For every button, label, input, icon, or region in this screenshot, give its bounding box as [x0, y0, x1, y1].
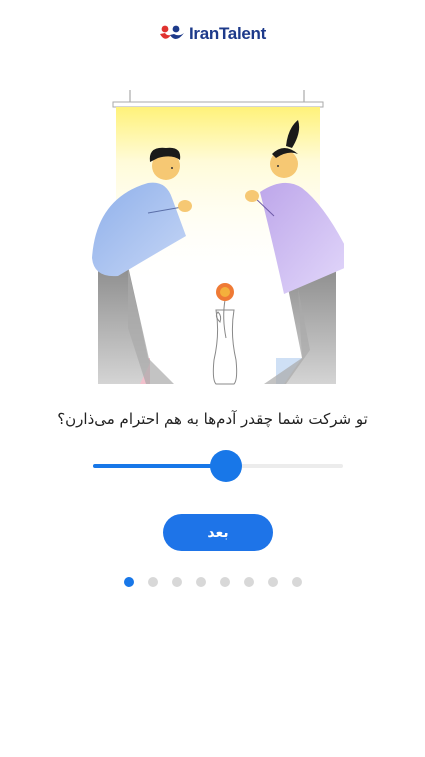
page-dot [195, 577, 206, 587]
onboarding-illustration [92, 90, 344, 385]
page-dot [219, 577, 230, 587]
page-indicator [0, 577, 425, 587]
question-text: تو شرکت شما چقدر آدم‌ها به هم احترام می‌… [57, 410, 368, 428]
next-button[interactable]: بعد [163, 514, 273, 551]
page-dot [171, 577, 182, 587]
slider-fill [93, 464, 226, 468]
page-dot [291, 577, 302, 587]
slider-thumb[interactable] [209, 450, 242, 482]
page-dot [243, 577, 254, 587]
brand-logo: IranTalent [0, 22, 425, 46]
irantalent-logo-icon [160, 25, 184, 40]
page-dot [123, 577, 134, 587]
page-dot [147, 577, 158, 587]
rating-slider[interactable] [93, 450, 343, 482]
brand-name: IranTalent [189, 24, 266, 43]
page-dot [267, 577, 278, 587]
